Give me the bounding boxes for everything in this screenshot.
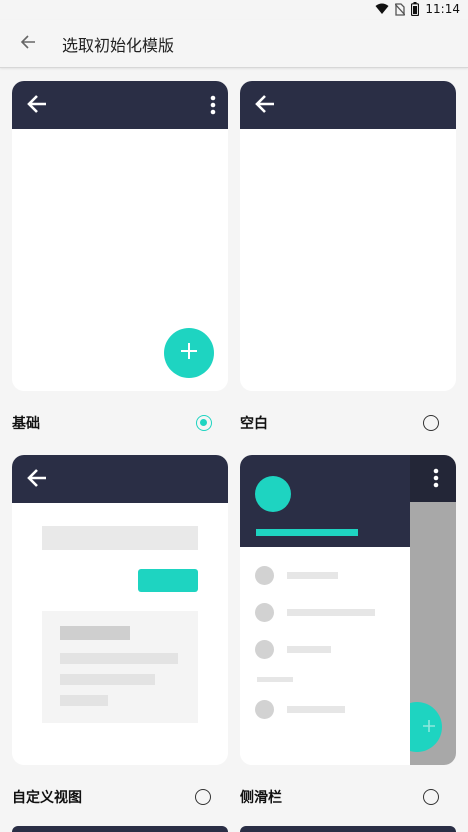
next-card-peek — [12, 826, 228, 832]
radio-unselected[interactable] — [195, 789, 211, 805]
fab-add — [164, 328, 214, 378]
drawer-header — [240, 455, 410, 547]
template-card-custom-view[interactable] — [12, 455, 228, 765]
drawer-item-dot — [255, 603, 274, 622]
no-sim-icon — [395, 2, 406, 16]
placeholder-line — [60, 695, 108, 706]
drawer-item-dot — [255, 640, 274, 659]
back-button[interactable] — [14, 30, 42, 58]
arrow-left-icon — [26, 93, 48, 119]
preview-toolbar — [12, 81, 228, 129]
plus-icon — [180, 342, 198, 364]
preview-toolbar — [12, 455, 228, 503]
template-label: 自定义视图 — [12, 790, 82, 806]
placeholder-line — [60, 674, 155, 685]
placeholder-name-bar — [256, 529, 358, 536]
drawer-item-line — [287, 609, 375, 616]
plus-icon — [422, 718, 436, 737]
template-option-blank[interactable]: 空白 — [240, 411, 439, 435]
placeholder-line — [60, 626, 130, 640]
arrow-left-icon — [254, 93, 276, 119]
placeholder-accent-button — [138, 569, 198, 592]
status-bar: 11:14 — [0, 0, 468, 20]
template-card-basic[interactable] — [12, 81, 228, 391]
template-label: 侧滑栏 — [240, 790, 282, 806]
more-vert-icon — [210, 95, 216, 119]
placeholder-line — [60, 653, 178, 664]
avatar — [255, 476, 291, 512]
drawer-divider — [257, 677, 293, 682]
template-card-blank[interactable] — [240, 81, 456, 391]
drawer-panel — [240, 455, 410, 765]
template-option-basic[interactable]: 基础 — [12, 411, 212, 435]
drawer-item-line — [287, 572, 338, 579]
template-label: 基础 — [12, 416, 40, 432]
template-option-drawer[interactable]: 侧滑栏 — [240, 785, 439, 809]
next-card-peek — [240, 826, 456, 832]
arrow-left-icon — [26, 467, 48, 493]
page-title: 选取初始化模版 — [62, 36, 175, 55]
status-time: 11:14 — [425, 2, 460, 16]
wifi-icon — [375, 3, 389, 15]
arrow-left-icon — [20, 34, 36, 54]
more-vert-icon — [433, 468, 439, 492]
drawer-item-line — [287, 646, 331, 653]
drawer-item-dot — [255, 566, 274, 585]
template-card-drawer[interactable] — [240, 455, 456, 765]
app-bar: 选取初始化模版 — [0, 20, 468, 68]
drawer-item-line — [287, 706, 345, 713]
preview-toolbar — [240, 81, 456, 129]
radio-unselected[interactable] — [423, 789, 439, 805]
drawer-item-dot — [255, 700, 274, 719]
radio-selected[interactable] — [196, 415, 212, 431]
template-label: 空白 — [240, 416, 268, 432]
template-option-custom-view[interactable]: 自定义视图 — [12, 785, 211, 809]
placeholder-title-bar — [42, 526, 198, 550]
placeholder-panel — [42, 611, 198, 723]
radio-unselected[interactable] — [423, 415, 439, 431]
battery-icon — [411, 2, 420, 16]
